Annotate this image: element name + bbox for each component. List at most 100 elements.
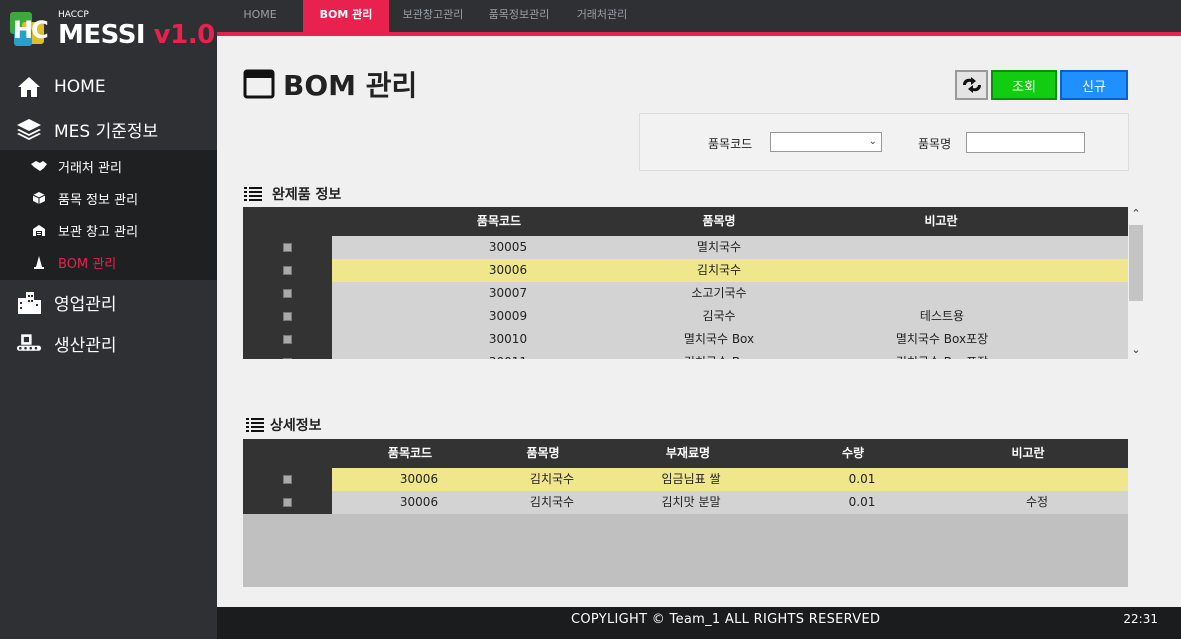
item-name-input[interactable]	[966, 132, 1085, 153]
column-header[interactable]: 비고란	[885, 207, 997, 236]
column-header[interactable]: 수량	[813, 439, 893, 468]
page-title: BOM 관리	[243, 66, 417, 102]
row-checkbox[interactable]	[283, 266, 292, 275]
sidebar-item-label: 영업관리	[54, 294, 117, 315]
home-icon	[16, 75, 42, 99]
sidebar-submenu: 거래처 관리 품목 정보 관리 보관 창고 관리 BOM 관리	[0, 150, 217, 280]
cell-name: 소고기국수	[691, 286, 747, 300]
table-row[interactable]: 30007 소고기국수	[243, 282, 1128, 305]
cell-note	[992, 468, 1082, 491]
page-title-text: BOM 관리	[283, 69, 418, 102]
cell-code: 30006	[399, 495, 439, 509]
detail-section-title: 상세정보	[246, 415, 322, 435]
finished-section-label: 완제품 정보	[272, 187, 342, 203]
sidebar-item-production[interactable]: 생산관리	[0, 322, 217, 364]
layers-icon	[16, 117, 42, 141]
column-header[interactable]: 부재료명	[633, 439, 743, 468]
cell-note: 멸치국수 Box포장	[895, 332, 989, 346]
sidebar-subitem-label: BOM 관리	[58, 256, 117, 272]
cell-name: 김치국수	[529, 472, 575, 486]
cell-name: 멸치국수 Box	[683, 332, 755, 346]
sidebar-subitem-warehouse[interactable]: 보관 창고 관리	[0, 214, 217, 246]
list-icon	[246, 418, 264, 432]
refresh-button[interactable]	[955, 70, 988, 100]
logo-mark-text: HC	[13, 16, 49, 44]
sidebar-item-mes-basic[interactable]: MES 기준정보	[0, 108, 217, 150]
column-header[interactable]: 품목코드	[443, 207, 555, 236]
row-checkbox[interactable]	[283, 358, 292, 359]
detail-grid: 품목코드 품목명 부재료명 수량 비고란 30006 김치국수 임금님표 쌀 0…	[243, 439, 1128, 587]
row-checkbox[interactable]	[283, 475, 292, 484]
column-header[interactable]: 비고란	[983, 439, 1073, 468]
sidebar-subitem-bom[interactable]: BOM 관리	[0, 246, 217, 278]
cell-name: 김국수	[702, 309, 736, 323]
app-logo[interactable]: HC HACCP MESSI v1.0	[10, 8, 215, 52]
table-row-selected[interactable]: 30006 김치국수	[243, 259, 1128, 282]
logo-name-text: MESSI	[58, 20, 146, 50]
cell-qty: 0.01	[848, 472, 876, 486]
warehouse-icon	[30, 224, 48, 237]
cell-material: 김치맛 분말	[661, 495, 721, 509]
cell-name: 김치국수	[529, 495, 575, 509]
sidebar-subitem-clients[interactable]: 거래처 관리	[0, 150, 217, 182]
table-row[interactable]: 30011 김치국수 Box 김치국수 Box포장	[243, 351, 1128, 359]
cell-name: 김치국수 Box	[663, 351, 775, 359]
window-icon	[243, 69, 275, 99]
table-row[interactable]: 30009 김국수 테스트용	[243, 305, 1128, 328]
cell-note: 테스트용	[919, 309, 965, 323]
scroll-up-icon[interactable]: ⌃	[1128, 207, 1144, 223]
sidebar-item-label: 생산관리	[54, 335, 117, 356]
tab-home[interactable]: HOME	[217, 0, 303, 32]
sidebar-subitem-label: 거래처 관리	[58, 160, 122, 176]
item-code-select[interactable]: ⌄	[770, 132, 882, 152]
table-row[interactable]: 30005 멸치국수	[243, 236, 1128, 259]
tab-warehouse[interactable]: 보관창고관리	[393, 0, 473, 32]
detail-section-label: 상세정보	[270, 418, 322, 434]
row-checkbox[interactable]	[283, 243, 292, 252]
chevron-down-icon: ⌄	[868, 136, 877, 147]
sidebar-item-sales[interactable]: 영업관리	[0, 281, 217, 323]
cell-note	[872, 259, 1012, 282]
cell-name: 김치국수	[696, 263, 742, 277]
scroll-down-icon[interactable]: ⌄	[1128, 343, 1144, 359]
cone-icon	[30, 255, 48, 269]
search-button[interactable]: 조회	[991, 70, 1057, 100]
table-row[interactable]: 30006 김치국수 김치맛 분말 0.01 수정	[243, 491, 1128, 514]
cell-note: 수정	[1025, 495, 1049, 509]
finished-section-title: 완제품 정보	[244, 184, 341, 204]
finished-grid-header: 품목코드 품목명 비고란	[243, 207, 1128, 236]
table-row-selected[interactable]: 30006 김치국수 임금님표 쌀 0.01	[243, 468, 1128, 491]
tab-items[interactable]: 품목정보관리	[479, 0, 559, 32]
filter-panel: 품목코드 ⌄ 품목명	[639, 113, 1129, 171]
cell-code: 30011	[452, 351, 564, 359]
cell-code: 30006	[488, 263, 528, 277]
copyright-text: COPYLIGHT © Team_1 ALL RIGHTS RESERVED	[571, 612, 881, 627]
cell-name: 멸치국수	[696, 240, 742, 254]
column-header[interactable]: 품목명	[503, 439, 583, 468]
sidebar-item-label: MES 기준정보	[54, 121, 159, 142]
finished-grid-scrollbar[interactable]: ⌃ ⌄	[1128, 207, 1144, 359]
tab-clients[interactable]: 거래처관리	[567, 0, 637, 32]
logo-name: MESSI v1.0	[58, 20, 215, 50]
finished-grid: 품목코드 품목명 비고란 30005 멸치국수 30006 김치국수 30007…	[243, 207, 1128, 359]
row-checkbox[interactable]	[283, 312, 292, 321]
row-checkbox[interactable]	[283, 498, 292, 507]
sidebar-subitem-label: 보관 창고 관리	[58, 224, 139, 240]
column-header[interactable]: 품목코드	[365, 439, 455, 468]
table-row[interactable]: 30010 멸치국수 Box 멸치국수 Box포장	[243, 328, 1128, 351]
sidebar: HC HACCP MESSI v1.0 HOME MES 기준정보 거래처 관리…	[0, 0, 217, 639]
tab-bom[interactable]: BOM 관리	[303, 0, 389, 32]
clock-time: 22:31	[1123, 612, 1158, 626]
scroll-thumb[interactable]	[1129, 225, 1143, 301]
sidebar-item-home[interactable]: HOME	[0, 66, 217, 108]
sidebar-subitem-items[interactable]: 품목 정보 관리	[0, 182, 217, 214]
cell-code: 30009	[488, 309, 528, 323]
item-name-label: 품목명	[918, 137, 952, 151]
row-checkbox[interactable]	[283, 289, 292, 298]
box-icon	[30, 191, 48, 205]
buildings-icon	[16, 290, 42, 314]
column-header[interactable]: 품목명	[663, 207, 775, 236]
new-button[interactable]: 신규	[1060, 70, 1128, 100]
row-checkbox[interactable]	[283, 335, 292, 344]
footer: COPYLIGHT © Team_1 ALL RIGHTS RESERVED 2…	[217, 607, 1181, 639]
